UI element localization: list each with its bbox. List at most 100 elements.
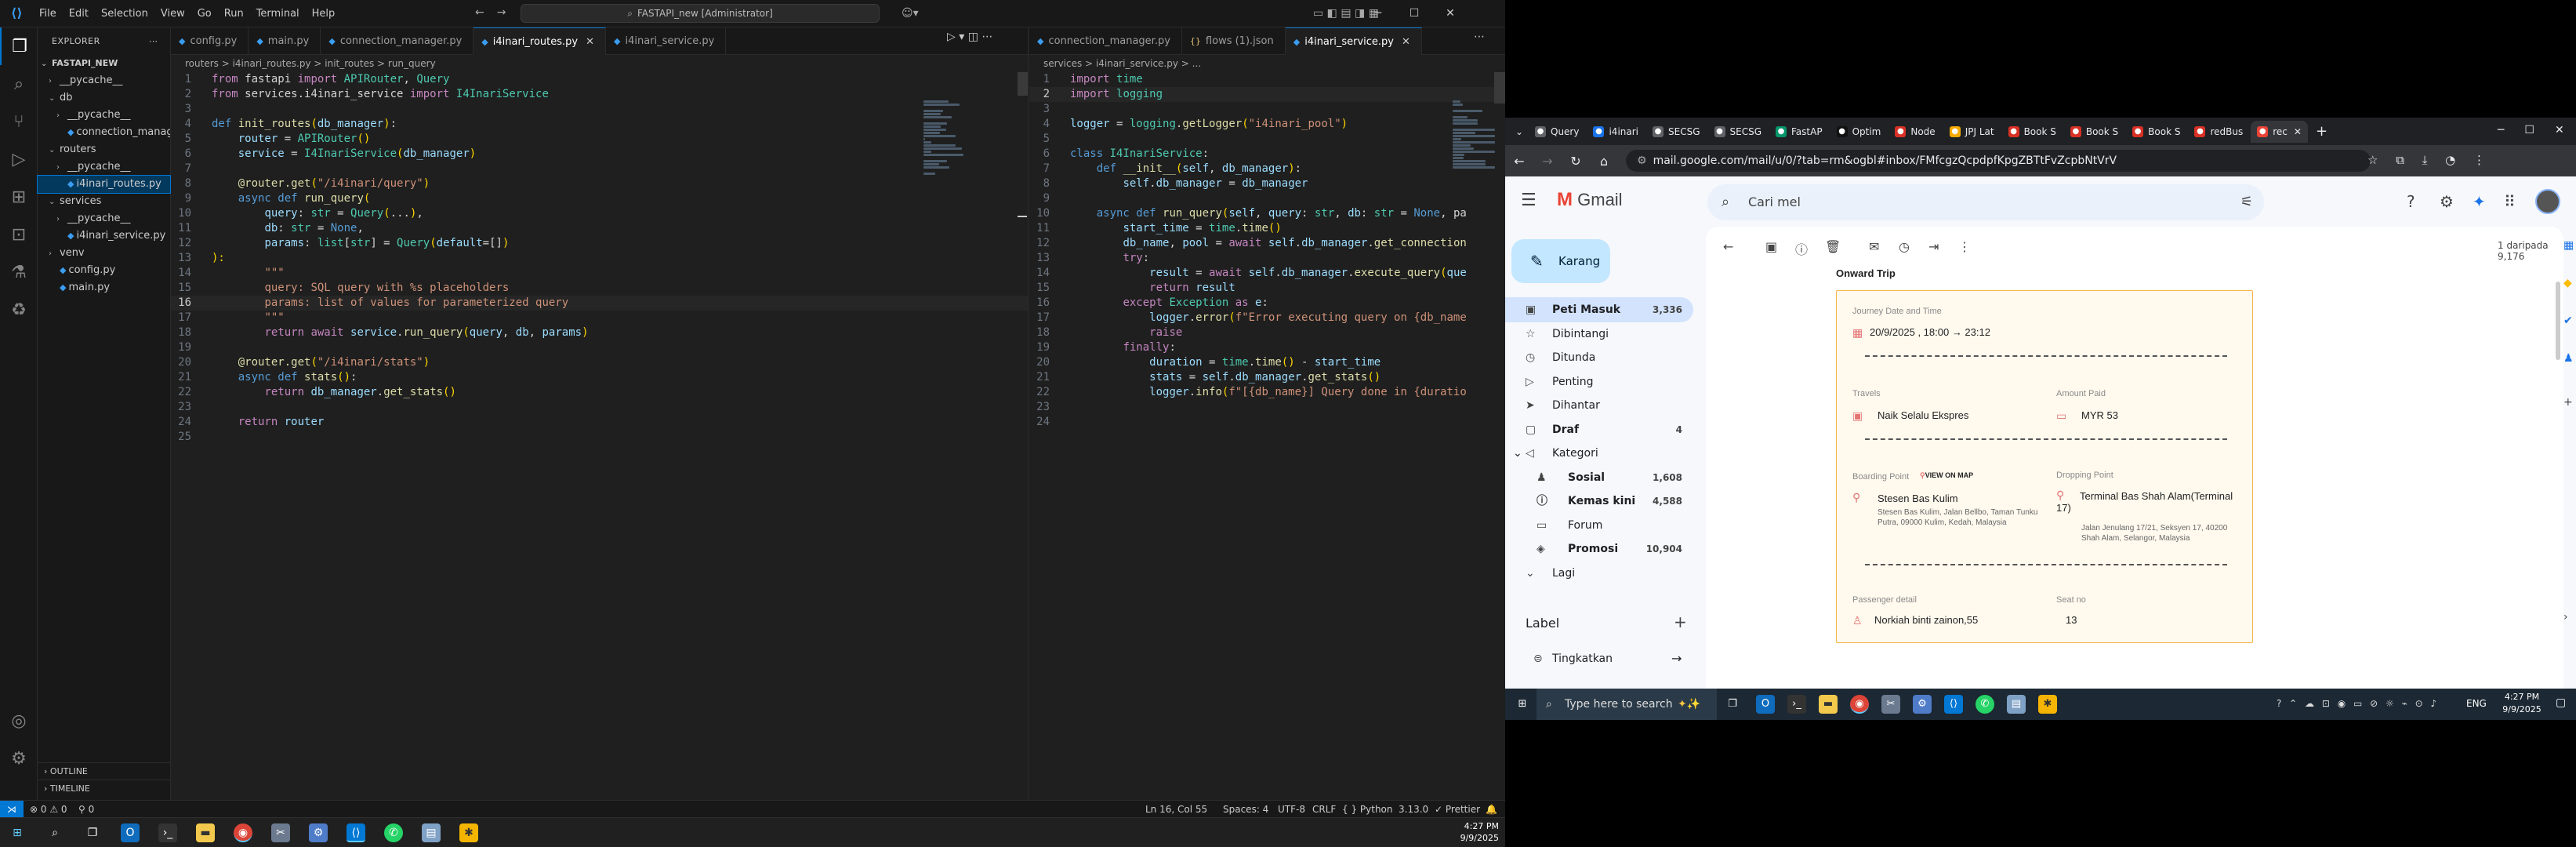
terminal-icon[interactable]: ›_ — [1787, 695, 1806, 714]
chrome-tab[interactable]: ● JPJ Lat — [1943, 121, 2001, 143]
move-to-icon[interactable]: ⇥ — [1928, 239, 1939, 254]
clock[interactable]: 4:27 PM 9/9/2025 — [1452, 820, 1499, 844]
windows-start-icon[interactable]: ⊞ — [1513, 695, 1532, 714]
site-info-icon[interactable]: ⚙ — [1637, 154, 1647, 167]
forward-arrow-icon[interactable]: → — [1533, 154, 1562, 169]
nav-item-peti-masuk[interactable]: ▣ Peti Masuk 3,336 — [1505, 297, 1693, 322]
contacts-icon[interactable]: ♟ — [2563, 352, 2574, 365]
nav-item-ditunda[interactable]: ◷ Ditunda — [1505, 345, 1693, 370]
windows-start-icon[interactable]: ⊞ — [8, 823, 27, 842]
search-icon[interactable]: ⌕ — [0, 65, 38, 103]
python-version-status[interactable]: 3.13.0 — [1399, 801, 1428, 818]
close-tab-icon[interactable]: ✕ — [1402, 36, 1410, 48]
file-explorer-icon[interactable]: ▬ — [196, 823, 215, 842]
new-tab-icon[interactable]: + — [2316, 123, 2327, 140]
chrome-tab[interactable]: ● SECSG — [1708, 121, 1769, 143]
chrome-tab[interactable]: ● Optim — [1830, 121, 1888, 143]
chrome-tab[interactable]: ● redBus — [2188, 121, 2249, 143]
task-view-icon[interactable]: ❐ — [1723, 695, 1742, 714]
file-item[interactable]: ◆ config.py — [38, 262, 170, 279]
chrome-icon[interactable]: ◉ — [1850, 695, 1869, 714]
editor-tab[interactable]: ◆ connection_manager.py — [1029, 27, 1182, 55]
minimap-left[interactable] — [923, 100, 971, 175]
app-icon[interactable]: ✱ — [459, 823, 478, 842]
reload-icon[interactable]: ↻ — [1562, 154, 1590, 169]
tab-search-icon[interactable]: ⌄ — [1510, 126, 1529, 137]
account-icon[interactable]: ◎ — [0, 702, 38, 740]
file-item[interactable]: ◆ i4inari_service.py — [38, 227, 170, 245]
minimap-right[interactable] — [1453, 100, 1500, 169]
menu-item-go[interactable]: Go — [191, 0, 218, 27]
language-indicator[interactable]: ENG — [2466, 698, 2487, 709]
folder-item[interactable]: › __pycache__ — [38, 72, 170, 89]
chrome-tab[interactable]: ● Book S — [2126, 121, 2186, 143]
manage-gear-icon[interactable]: ⚙ — [0, 740, 38, 777]
folder-item[interactable]: › __pycache__ — [38, 107, 170, 124]
scrollbar-right[interactable] — [1494, 72, 1505, 104]
nav-item-lagi[interactable]: ⌄ Lagi — [1505, 561, 1693, 586]
eol-status[interactable]: CRLF — [1312, 801, 1336, 818]
notification-center-icon[interactable]: ▢ — [2556, 696, 2566, 709]
language-status[interactable]: { } Python — [1342, 801, 1393, 818]
terminal-icon[interactable]: ›_ — [158, 823, 177, 842]
editor-tab[interactable]: ◆ main.py — [249, 27, 321, 55]
menu-item-terminal[interactable]: Terminal — [250, 0, 306, 27]
problems-status[interactable]: ⊗ 0 ⚠ 0 — [30, 801, 67, 818]
nav-item-draf[interactable]: ▢ Draf 4 — [1505, 417, 1693, 442]
help-icon[interactable]: ? — [2407, 192, 2415, 211]
close-icon[interactable]: ✕ — [1432, 0, 1468, 27]
outlook-icon[interactable]: O — [1756, 695, 1775, 714]
source-control-icon[interactable]: ⑂ — [0, 103, 38, 140]
back-to-inbox-icon[interactable]: ← — [1723, 239, 1733, 254]
nav-item-kategori[interactable]: ⌄ ◁ Kategori — [1505, 441, 1693, 466]
clock[interactable]: 4:27 PM 9/9/2025 — [2494, 691, 2549, 716]
remote-indicator-icon[interactable]: ⋊ — [0, 801, 24, 818]
menu-item-help[interactable]: Help — [306, 0, 342, 27]
ports-status[interactable]: ⚲ 0 — [78, 801, 94, 818]
folder-item[interactable]: › __pycache__ — [38, 210, 170, 227]
upgrade-button[interactable]: ⊜ Tingkatkan → — [1526, 645, 1690, 672]
encoding-status[interactable]: UTF-8 — [1278, 801, 1305, 818]
chrome-icon[interactable]: ◉ — [234, 823, 252, 842]
editor-tab[interactable]: ◆ i4inari_service.py — [606, 27, 727, 55]
nav-item-forum[interactable]: ▭ Forum — [1505, 513, 1693, 538]
chrome-tab[interactable]: ● FastAP — [1769, 121, 1829, 143]
extensions-icon[interactable]: ⊞ — [0, 178, 38, 216]
folder-item[interactable]: ⌄ routers — [38, 141, 170, 158]
vscode-taskbar-icon[interactable]: ⟨⟩ — [346, 823, 365, 842]
indentation-status[interactable]: Spaces: 4 — [1223, 801, 1268, 818]
notifications-icon[interactable]: 🔔 — [1486, 801, 1497, 818]
more-actions-icon[interactable]: ⋯ — [1474, 31, 1485, 43]
folder-item[interactable]: ⌄ db — [38, 89, 170, 107]
testing-icon[interactable]: ⚗ — [0, 253, 38, 291]
chrome-toolbar-icons[interactable]: ☆ ⧉ ⤓ ◔ ⋮ — [2367, 153, 2485, 167]
file-item[interactable]: ◆connection_manage... — [38, 124, 170, 141]
database-app-icon[interactable]: ▤ — [422, 823, 441, 842]
folder-item[interactable]: › venv — [38, 245, 170, 262]
address-bar[interactable]: ⚙ mail.google.com/mail/u/0/?tab=rm&ogbl#i… — [1626, 150, 2371, 172]
outlook-icon[interactable]: O — [121, 823, 140, 842]
search-icon[interactable]: ⌕ — [45, 823, 64, 842]
chrome-tab[interactable]: ● rec ✕ — [2251, 120, 2308, 143]
chrome-tab[interactable]: ● Query — [1529, 121, 1585, 143]
menu-item-file[interactable]: File — [33, 0, 63, 27]
nav-item-promosi[interactable]: ◈ Promosi 10,904 — [1505, 536, 1693, 562]
chrome-tab[interactable]: ● Book S — [2002, 121, 2063, 143]
settings-gear-icon[interactable]: ⚙ — [2440, 192, 2454, 211]
close-tab-icon[interactable]: ✕ — [586, 36, 594, 48]
search-icon[interactable]: ⌕ — [1722, 194, 1729, 210]
minimize-icon[interactable]: ─ — [1360, 0, 1396, 27]
close-tab-icon[interactable]: ✕ — [2294, 121, 2302, 143]
file-item[interactable]: ◆ main.py — [38, 279, 170, 296]
view-on-map-link[interactable]: ⚲VIEW ON MAP — [1920, 471, 1973, 480]
more-options-icon[interactable]: ⋮ — [1958, 239, 1971, 254]
network-app-icon[interactable]: ⚙ — [309, 823, 328, 842]
code-editor-left[interactable]: 1 from fastapi import APIRouter, Query 2 fr… — [171, 72, 1028, 445]
editor-tab[interactable]: ◆ i4inari_routes.py ✕ — [473, 27, 607, 55]
editor-tab[interactable]: ◆ connection_manager.py — [321, 27, 474, 55]
snipping-tool-icon[interactable]: ✂ — [271, 823, 290, 842]
cursor-position[interactable]: Ln 16, Col 55 — [1145, 801, 1207, 818]
prettier-status[interactable]: ✓ Prettier — [1435, 801, 1480, 818]
file-item[interactable]: ◆ i4inari_routes.py — [37, 175, 171, 194]
main-menu-icon[interactable]: ☰ — [1521, 191, 1537, 210]
